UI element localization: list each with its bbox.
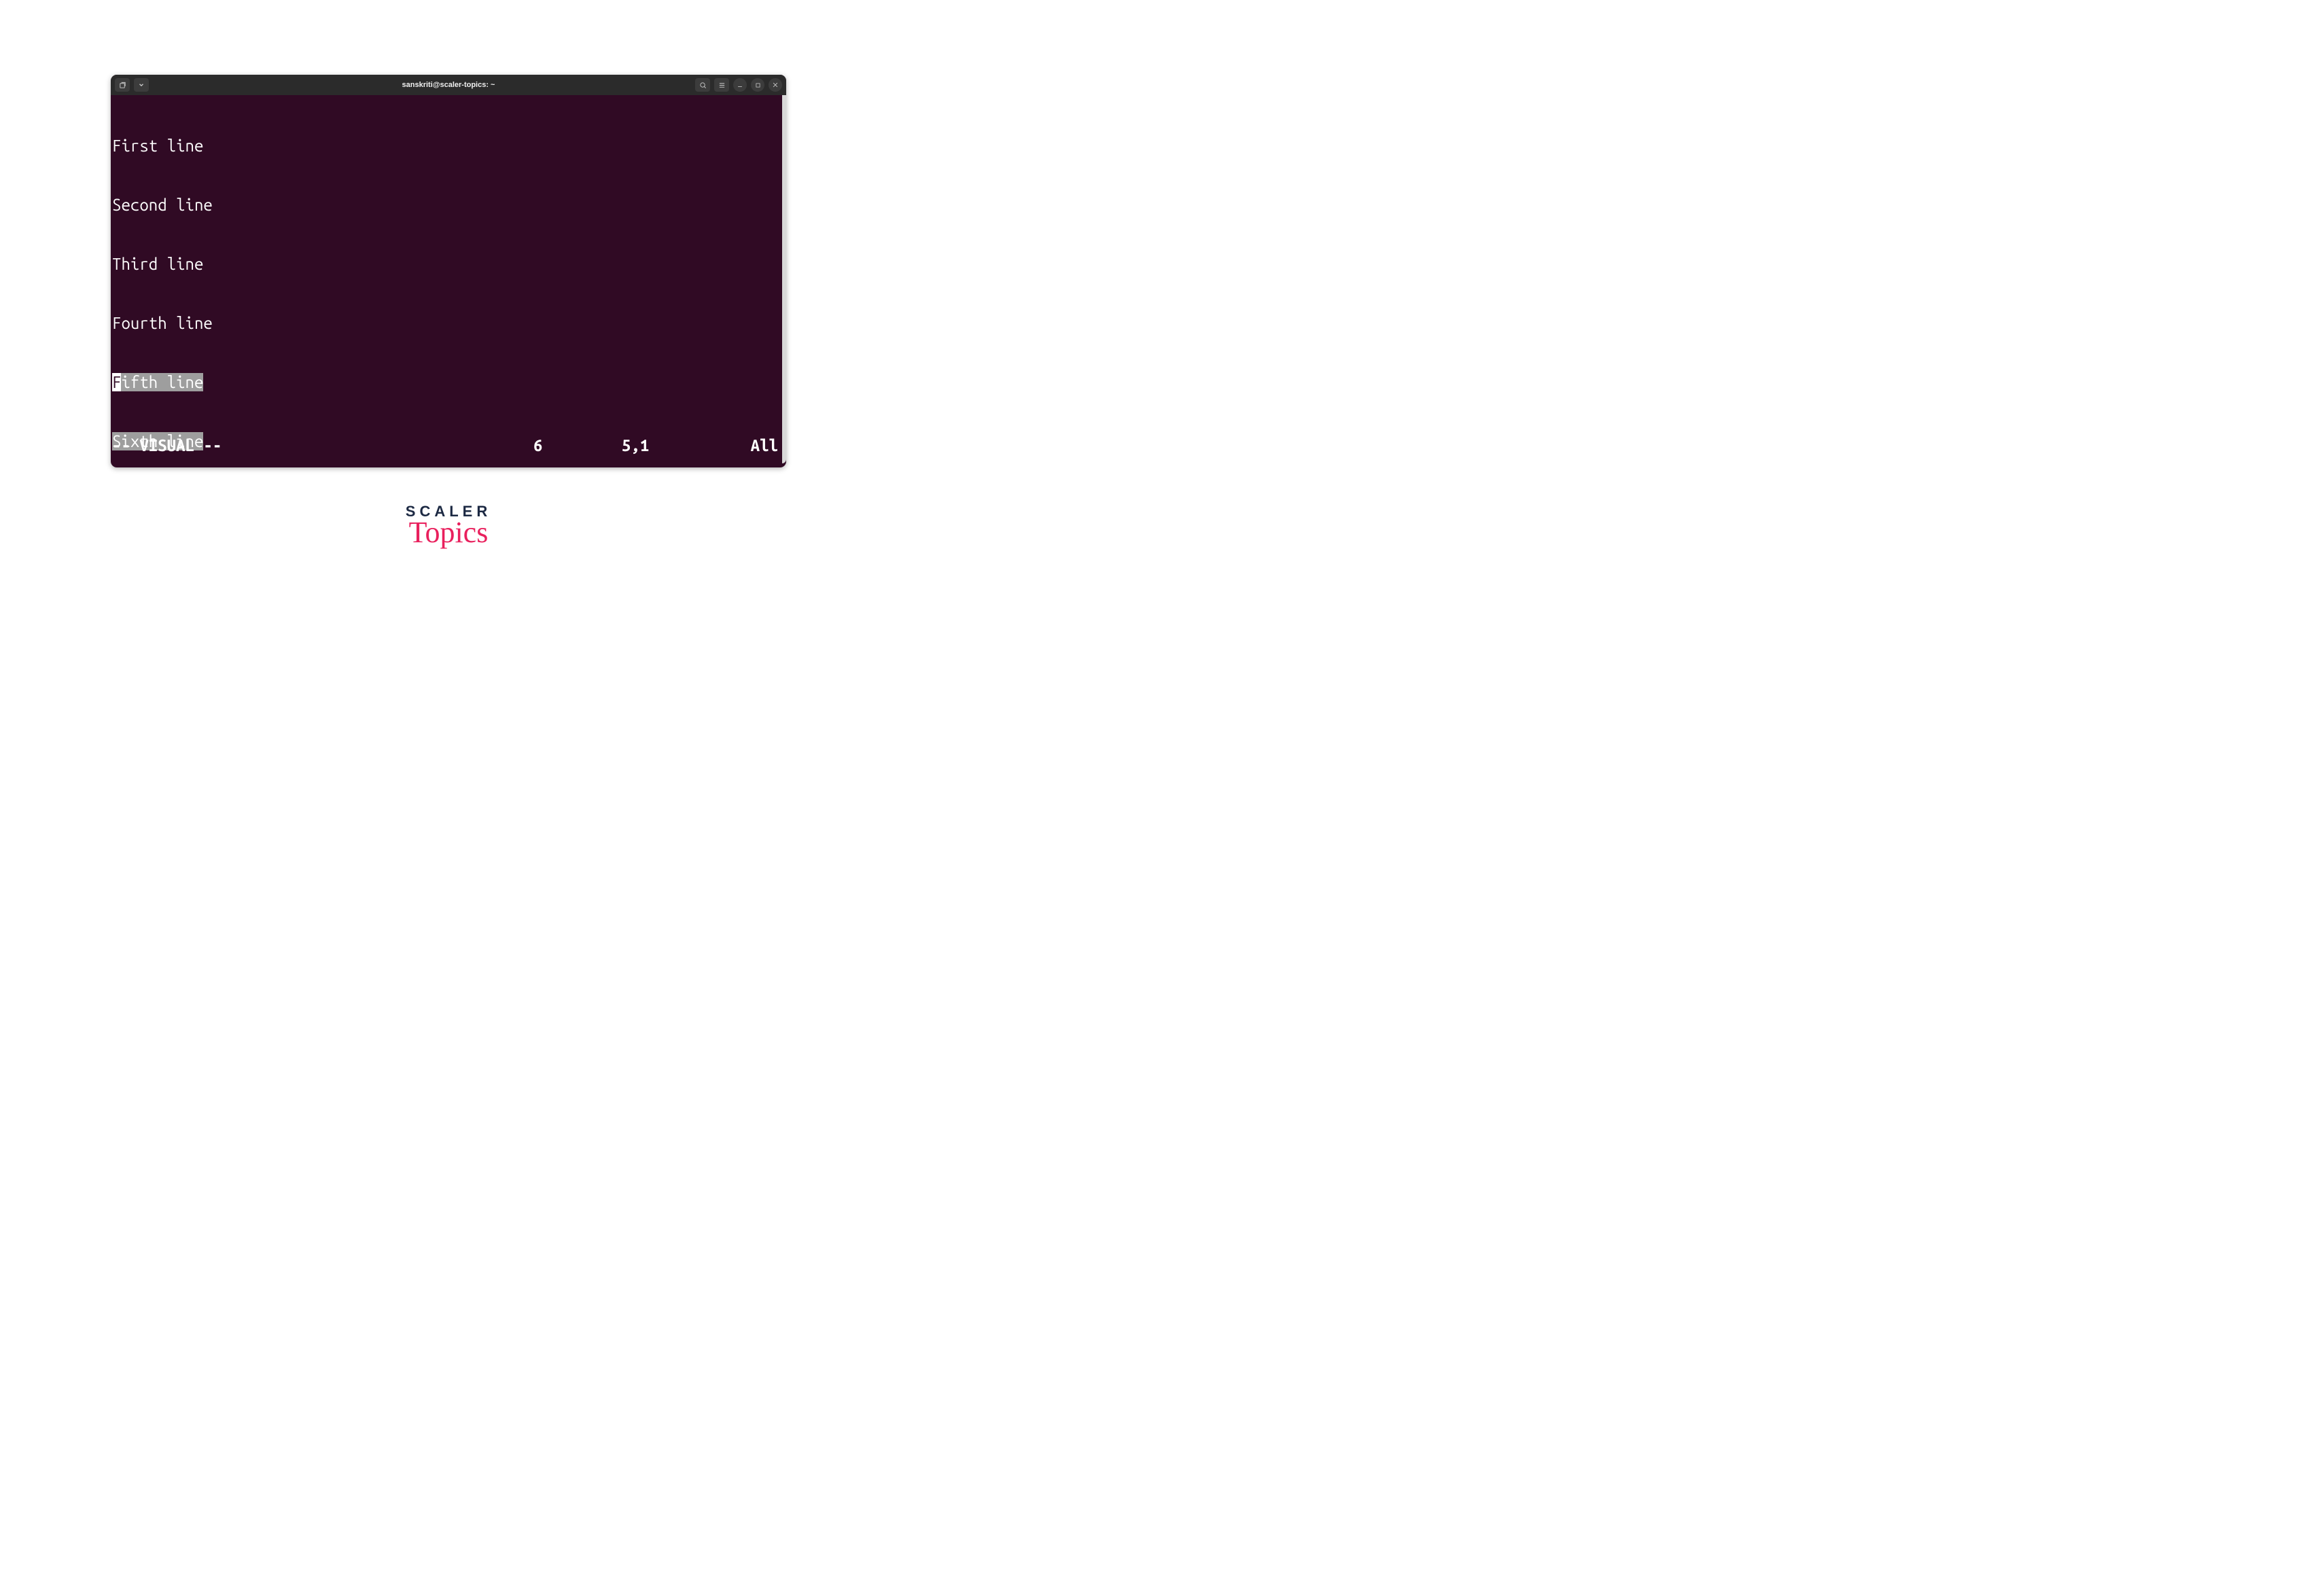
visual-selection: ifth line [121,373,203,391]
scrollbar[interactable] [782,95,786,463]
buffer-line: Fifth line [112,372,785,392]
new-tab-button[interactable] [115,78,130,92]
search-icon [699,82,707,89]
minimize-button[interactable] [733,78,747,92]
buffer-line: First line [112,136,785,156]
tab-menu-button[interactable] [134,78,149,92]
vim-selection-count: 6 [533,436,622,455]
scaler-topics-logo: SCALER Topics [406,503,491,550]
titlebar-right-controls [695,78,782,92]
minimize-icon [737,82,743,88]
window-titlebar: sanskriti@scaler-topics: ~ [111,75,786,95]
new-tab-icon [119,82,126,89]
buffer-line: Fourth line [112,313,785,333]
close-button[interactable] [769,78,782,92]
buffer-line: Second line [112,195,785,215]
logo-bottom-text: Topics [406,515,491,550]
vim-scroll-percent: All [737,436,778,455]
chevron-down-icon [138,82,145,88]
cursor: F [112,373,121,391]
vim-mode-indicator: -- VISUAL -- [112,436,222,455]
search-button[interactable] [695,78,710,92]
terminal-window: sanskriti@scaler-topics: ~ [111,75,786,467]
maximize-button[interactable] [751,78,764,92]
window-title: sanskriti@scaler-topics: ~ [111,81,786,89]
buffer-line: Third line [112,254,785,274]
close-icon [772,82,779,88]
hamburger-menu-button[interactable] [714,78,729,92]
terminal-body[interactable]: First line Second line Third line Fourth… [111,95,786,467]
maximize-icon [755,82,761,88]
vim-cursor-position: 5,1 [622,436,737,455]
menu-icon [718,82,726,89]
titlebar-left-controls [115,78,149,92]
vim-status-line: -- VISUAL -- 6 5,1 All [112,436,778,455]
